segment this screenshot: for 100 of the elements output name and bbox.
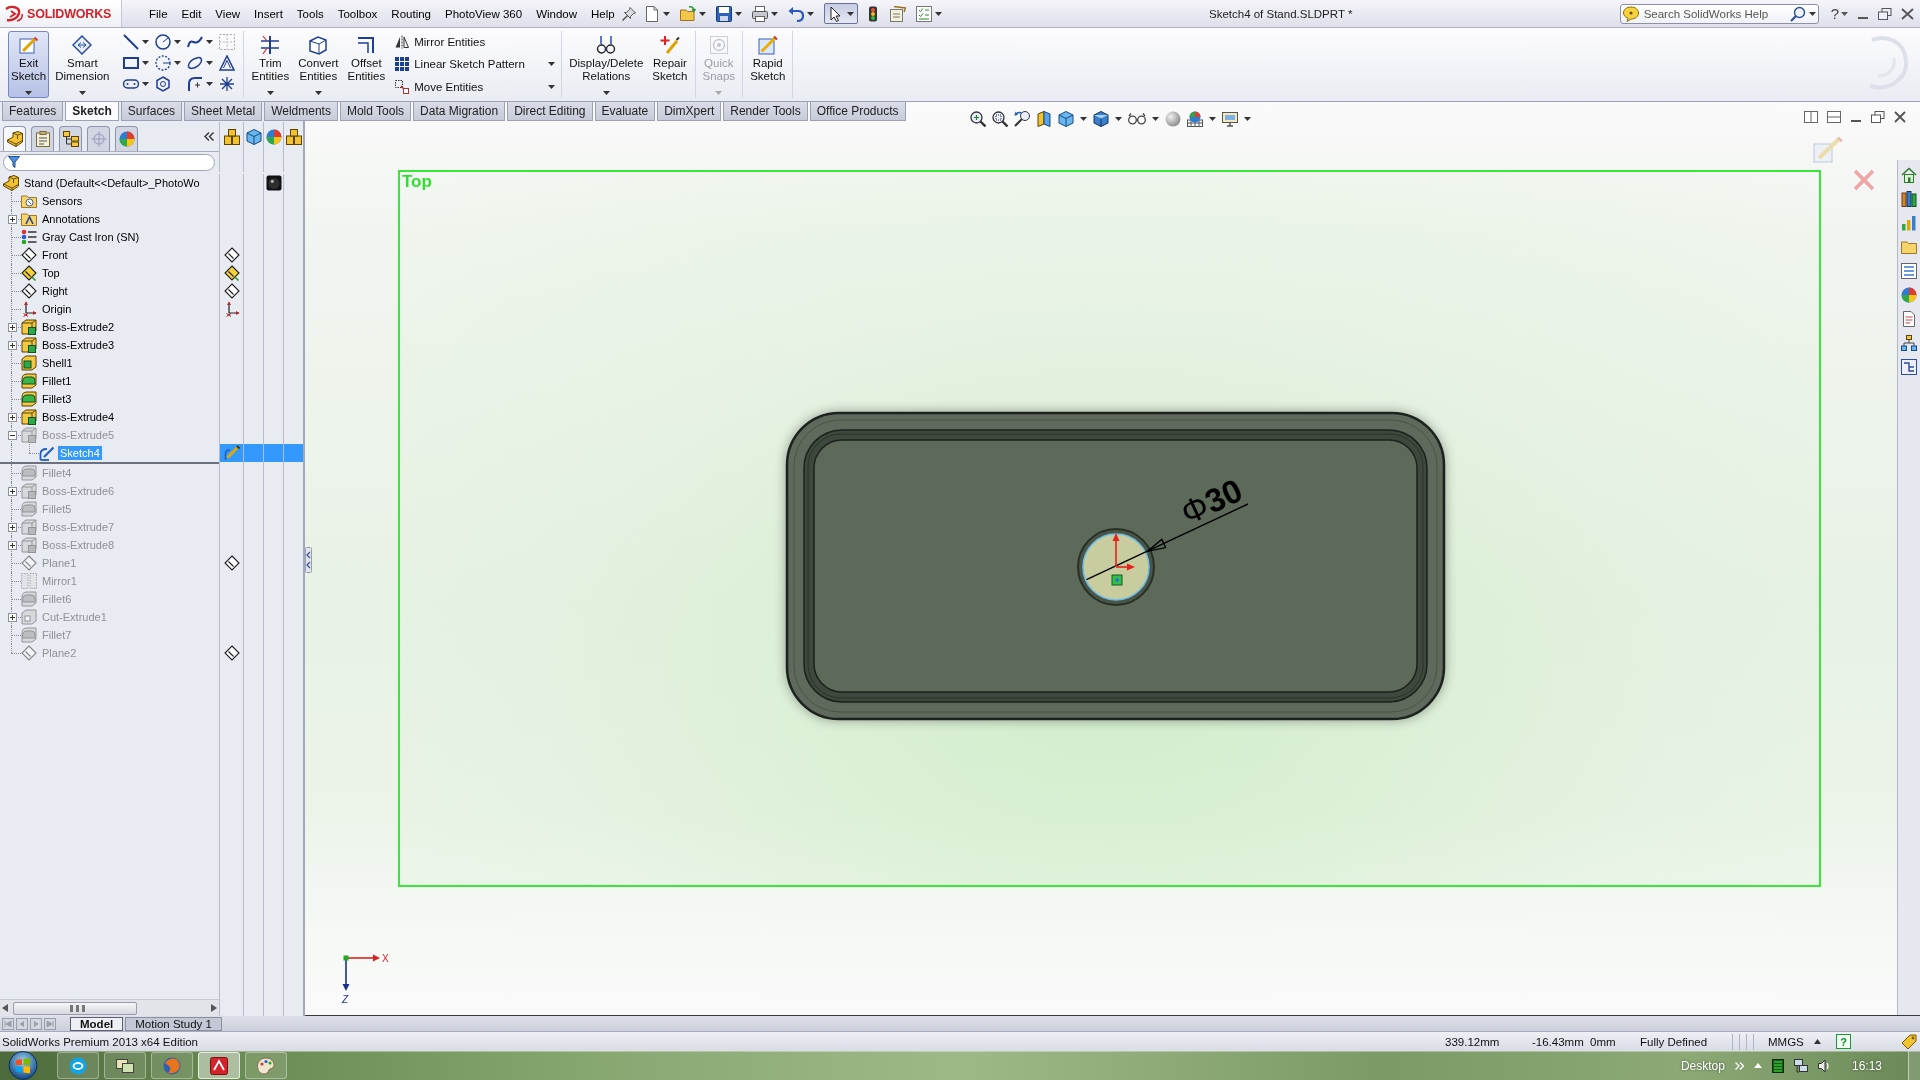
network-icon[interactable] [1793,1058,1808,1073]
feature-tree-item[interactable]: Boss-Extrude4 [40,410,117,424]
monitor-icon[interactable] [1222,111,1238,127]
scrollbar-thumb[interactable] [13,1001,137,1015]
document-icon[interactable] [1901,311,1917,327]
menu-item[interactable]: Window [529,4,585,23]
model-tab[interactable]: Model [70,1016,124,1031]
feature-tree-item[interactable]: Origin [40,302,74,316]
restore-icon[interactable] [1871,111,1885,123]
dimension-value[interactable]: Φ30 [1176,472,1248,530]
double-chevron-icon[interactable] [204,132,214,141]
hole-circle[interactable] [1077,528,1155,606]
feature-tree-item[interactable]: Sensors [40,194,85,208]
command-button[interactable]: Exit Sketch [8,31,50,98]
menu-item[interactable]: Tools [289,4,331,23]
ribbon-tab[interactable]: Features [2,102,64,121]
expand-icon[interactable] [7,412,17,422]
open-folder-icon[interactable] [679,5,696,22]
sphere-icon[interactable] [1165,111,1181,127]
plane-icon[interactable] [223,283,240,299]
printer-icon[interactable] [751,5,768,22]
zoom-area-icon[interactable] [992,111,1008,127]
ribbon-tab[interactable]: Sheet Metal [184,102,263,121]
speaker-icon[interactable] [1817,1058,1830,1073]
help-button[interactable]: ? [1828,5,1841,22]
color-sphere-icon[interactable] [265,129,282,145]
command-button[interactable]: Display/Delete Relations [566,31,647,98]
origin-icon[interactable] [223,301,240,317]
expand-icon[interactable] [7,522,17,532]
ribbon-tab[interactable]: Evaluate [594,102,656,121]
feature-tree-item[interactable]: Boss-Extrude2 [40,320,117,334]
undo-icon[interactable] [787,5,804,22]
expand-icon[interactable] [7,214,17,224]
panel-tab[interactable] [59,126,82,151]
ribbon-tab[interactable]: Sketch [65,102,119,121]
previous-view-icon[interactable] [1014,111,1030,127]
close-icon[interactable] [1894,111,1906,123]
tile-horizontal-icon[interactable] [1804,111,1818,123]
menu-item[interactable]: Routing [384,4,438,23]
menu-item[interactable]: File [142,4,175,23]
command-button[interactable]: Trim Entities [248,31,293,98]
ribbon-tab[interactable]: Office Products [809,102,906,121]
feature-tree-item[interactable]: Annotations [40,212,103,226]
diagram-icon[interactable] [1901,359,1917,375]
help-button[interactable]: ? [1836,1034,1851,1049]
feature-tree-item[interactable]: Stand (Default<<Default>_PhotoWo [22,176,202,190]
menu-item[interactable]: Help [584,4,622,23]
meter-icon[interactable] [1771,1058,1784,1073]
ribbon-tab[interactable]: Weldments [264,102,338,121]
ribbon-tab[interactable]: Data Migration [413,102,506,121]
restore-icon[interactable] [1878,7,1892,20]
bar-chart-icon[interactable] [1901,215,1917,231]
feature-tree-item[interactable]: Boss-Extrude3 [40,338,117,352]
scene-icon[interactable] [1187,111,1203,127]
feature-tree-item[interactable]: Top [40,266,62,280]
search-field[interactable]: Search SolidWorks Help [1619,3,1819,24]
shaded-cube-icon[interactable] [1093,111,1109,127]
panel-collapse-handle[interactable] [305,547,312,573]
menu-item[interactable]: Edit [174,4,209,23]
feature-tree-item[interactable]: Fillet3 [40,392,74,406]
books-icon[interactable] [1901,191,1917,207]
stacked-blocks-icon[interactable] [285,129,302,145]
command-button[interactable]: Mirror Entities [393,32,558,53]
command-button[interactable]: Repair Sketch [649,31,691,98]
color-sphere-icon[interactable] [1901,287,1917,303]
panel-tab[interactable] [3,126,26,151]
house-icon[interactable] [1901,167,1917,183]
collapse-icon[interactable] [7,430,17,440]
menu-item[interactable]: View [208,4,248,23]
list-icon[interactable] [1901,263,1917,279]
command-button[interactable]: Offset Entities [344,31,389,98]
checklist-icon[interactable] [915,5,932,22]
feature-tree-item[interactable]: Front [40,248,70,262]
menu-item[interactable]: PhotoView 360 [438,4,530,23]
ribbon-tab[interactable]: Render Tools [723,102,808,121]
select-button[interactable] [823,3,858,24]
new-document-icon[interactable] [643,5,660,22]
scroll-right-icon[interactable] [211,1004,217,1012]
filter-field[interactable] [3,153,215,171]
sphere-tile-icon[interactable] [265,175,282,191]
caret-up-icon[interactable] [1814,1039,1821,1044]
ribbon-tab[interactable]: DimXpert [657,102,722,121]
glasses-icon[interactable] [1128,113,1146,125]
tile-vertical-icon[interactable] [1827,111,1841,123]
taskbar-button[interactable] [104,1052,146,1079]
expand-icon[interactable] [7,612,17,622]
expand-icon[interactable] [7,340,17,350]
hierarchy-icon[interactable] [1901,335,1917,351]
menu-item[interactable]: Toolbox [330,4,385,23]
command-button[interactable]: Move Entities [393,76,558,97]
save-icon[interactable] [715,5,732,22]
feature-tree-item[interactable]: Fillet1 [40,374,74,388]
search-icon[interactable] [1789,5,1806,22]
ribbon-tab[interactable]: Surfaces [120,102,183,121]
plane-icon[interactable] [223,555,240,571]
ribbon-tab[interactable]: Mold Tools [339,102,412,121]
feature-tree-item[interactable]: Shell1 [40,356,75,370]
horizontal-scrollbar[interactable] [0,999,219,1016]
ribbon-tab[interactable]: Direct Editing [507,102,593,121]
taskbar-button[interactable] [198,1052,240,1079]
